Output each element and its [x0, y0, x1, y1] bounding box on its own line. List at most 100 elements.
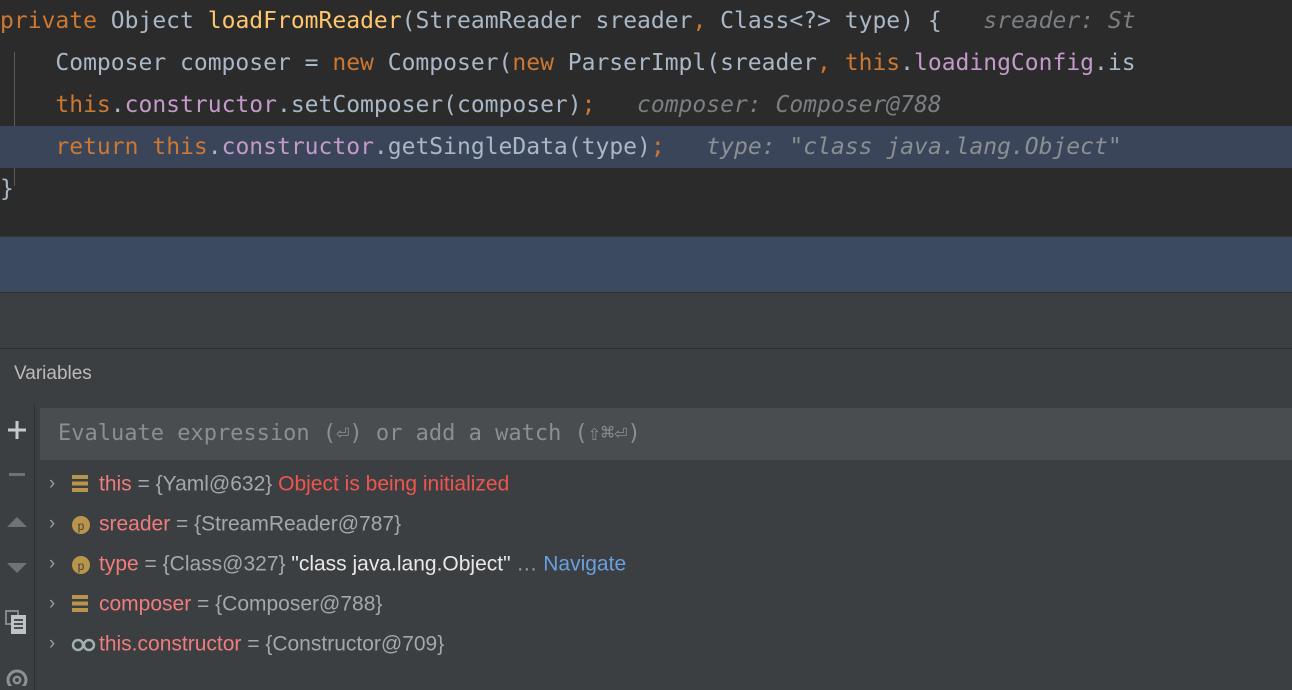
variable-string-value: "class java.lang.Object"	[285, 552, 511, 576]
remove-watch-button[interactable]	[0, 452, 34, 496]
code-line[interactable]: return this.constructor.getSingleData(ty…	[0, 126, 1292, 168]
code-token: (	[401, 8, 416, 34]
code-token: private	[0, 8, 97, 34]
variable-row[interactable]: › this.constructor = {Constructor@709}	[35, 624, 1292, 664]
code-token: .getSingleData(type)	[373, 134, 651, 160]
variables-panel: Evaluate expression (⏎) or add a watch (…	[34, 404, 1292, 690]
watches-toolbar	[0, 404, 34, 690]
add-watch-button[interactable]	[0, 408, 34, 452]
code-line[interactable]: private Object loadFromReader(StreamRead…	[0, 0, 1292, 42]
variable-ellipsis[interactable]: …	[511, 552, 537, 575]
variable-equals: =	[138, 552, 163, 576]
svg-text:p: p	[78, 559, 85, 573]
code-line[interactable]: Composer composer = new Composer(new Par…	[0, 42, 1292, 84]
code-token: Class<?> type) {	[706, 8, 942, 34]
parameter-icon: p	[69, 504, 95, 544]
code-token: return	[55, 134, 139, 160]
code-token: loadFromReader	[207, 8, 402, 34]
parameter-icon: p	[69, 544, 95, 584]
minus-icon	[6, 463, 28, 485]
code-token: StreamReader sreader	[415, 8, 693, 34]
gear-icon	[4, 660, 30, 686]
chevron-right-icon[interactable]: ›	[35, 464, 69, 504]
triangle-down-icon	[5, 560, 29, 576]
code-token: ;	[650, 134, 665, 160]
variable-row[interactable]: › composer = {Composer@788}	[35, 584, 1292, 624]
variables-tab-bar: Variables	[0, 348, 1292, 404]
code-token: constructor	[124, 92, 277, 118]
code-token: new	[512, 50, 554, 76]
code-token: this	[152, 134, 208, 160]
code-token: Composer composer =	[0, 50, 333, 76]
code-token: new	[332, 50, 374, 76]
variable-row[interactable]: › p sreader = {StreamReader@787}	[35, 504, 1292, 544]
variable-equals: =	[241, 632, 266, 656]
code-line[interactable]: this.constructor.setComposer(composer); …	[0, 84, 1292, 126]
code-token: ,	[817, 50, 831, 76]
code-editor[interactable]: private Object loadFromReader(StreamRead…	[0, 0, 1292, 236]
code-token: .	[110, 92, 125, 118]
chevron-right-icon[interactable]: ›	[35, 544, 69, 584]
code-token: .	[207, 134, 222, 160]
field-group-icon	[69, 464, 95, 504]
debugger-window: private Object loadFromReader(StreamRead…	[0, 0, 1292, 690]
variable-error-text: Object is being initialized	[272, 472, 510, 496]
variable-reference: {Class@327}	[162, 552, 286, 576]
chevron-right-icon[interactable]: ›	[35, 504, 69, 544]
svg-text:p: p	[78, 519, 85, 533]
copy-icon	[4, 609, 30, 635]
variable-reference: {StreamReader@787}	[194, 512, 402, 536]
chevron-right-icon[interactable]: ›	[35, 584, 69, 624]
code-token: .is	[1094, 50, 1136, 76]
variable-row[interactable]: › this = {Yaml@632} Object is being initi…	[35, 464, 1292, 504]
move-down-button[interactable]	[0, 546, 34, 590]
navigate-link[interactable]: Navigate	[537, 552, 626, 575]
editor-selection-band	[0, 236, 1292, 292]
variable-name: composer	[99, 592, 192, 616]
code-token: this	[844, 50, 901, 76]
variable-name: type	[99, 552, 139, 576]
code-token: this	[55, 92, 111, 118]
variable-reference: {Constructor@709}	[265, 632, 445, 656]
code-token: .setComposer(composer)	[276, 92, 582, 118]
code-token: ;	[581, 92, 596, 118]
field-group-icon	[69, 584, 95, 624]
inline-debug-hint: sreader: St	[941, 8, 1136, 34]
variable-equals: =	[131, 472, 156, 496]
code-token: ,	[692, 8, 707, 34]
code-token: Composer(	[373, 50, 513, 76]
evaluate-expression-input[interactable]: Evaluate expression (⏎) or add a watch (…	[40, 408, 1292, 460]
code-token: .	[900, 50, 914, 76]
variable-name: sreader	[99, 512, 171, 536]
triangle-up-icon	[5, 514, 29, 530]
code-token: loadingConfig	[914, 50, 1095, 76]
variable-equals: =	[170, 512, 195, 536]
variable-equals: =	[191, 592, 216, 616]
watch-icon	[69, 624, 96, 664]
code-token: ParserImpl(sreader	[553, 50, 818, 76]
variable-name: this.constructor	[99, 632, 242, 656]
plus-icon	[6, 419, 28, 441]
variable-row[interactable]: › p type = {Class@327} "class java.lang.Ob…	[35, 544, 1292, 584]
debugger-toolbar-band	[0, 292, 1292, 348]
code-line[interactable]: }	[0, 168, 1292, 210]
variable-reference: {Composer@788}	[215, 592, 383, 616]
code-token: Object	[110, 8, 194, 34]
chevron-right-icon[interactable]: ›	[35, 624, 69, 664]
inline-debug-hint: type: "class java.lang.Object"	[664, 134, 1122, 160]
tab-variables[interactable]: Variables	[14, 363, 92, 385]
code-token: constructor	[221, 134, 374, 160]
move-up-button[interactable]	[0, 500, 34, 544]
variable-name: this	[99, 472, 132, 496]
variable-reference: {Yaml@632}	[155, 472, 273, 496]
settings-button[interactable]	[0, 656, 34, 690]
variables-list: › this = {Yaml@632} Object is being initi…	[35, 462, 1292, 690]
code-token: }	[0, 176, 14, 202]
copy-value-button[interactable]	[0, 600, 34, 644]
